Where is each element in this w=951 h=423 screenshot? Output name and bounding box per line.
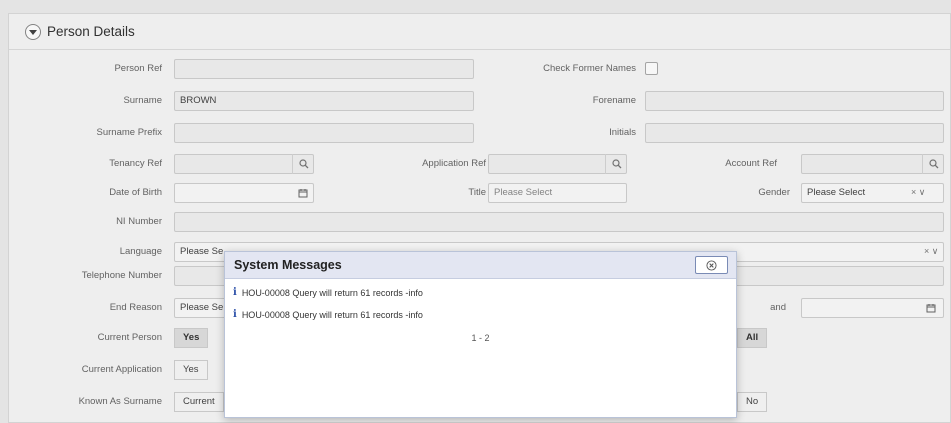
dialog-header: System Messages xyxy=(225,252,736,279)
dialog-close-button[interactable] xyxy=(695,256,728,274)
pagination-info: 1 - 2 xyxy=(471,333,490,343)
message-text: HOU-00008 Query will return 61 records -… xyxy=(241,309,423,320)
dialog-title: System Messages xyxy=(234,258,342,272)
info-icon: i xyxy=(233,309,237,320)
close-icon xyxy=(706,259,717,271)
message-text: HOU-00008 Query will return 61 records -… xyxy=(241,287,423,298)
system-messages-dialog: System Messages i HOU-00008 Query will r… xyxy=(224,251,737,418)
message-row: i HOU-00008 Query will return 61 records… xyxy=(233,309,423,320)
message-row: i HOU-00008 Query will return 61 records… xyxy=(233,287,423,298)
info-icon: i xyxy=(233,287,237,298)
